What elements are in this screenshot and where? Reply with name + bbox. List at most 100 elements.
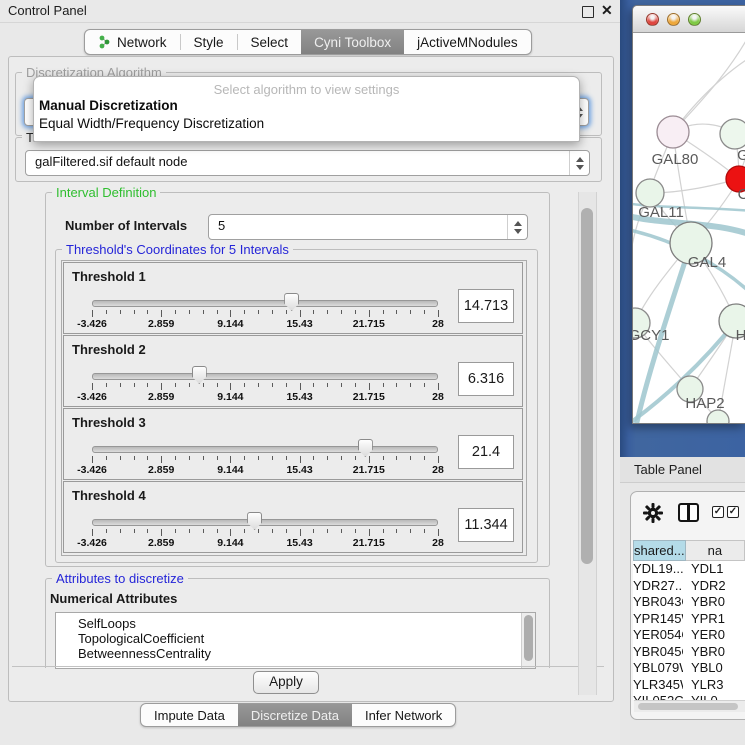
tab-jactivemnodules[interactable]: jActiveMNodules (404, 30, 531, 54)
list-item[interactable]: SelfLoops (78, 616, 535, 631)
table-row[interactable]: YDL19...YDL1 (633, 561, 745, 578)
tab-impute-data[interactable]: Impute Data (141, 704, 238, 726)
threshold-slider[interactable]: -3.4262.8599.14415.4321.71528 (92, 263, 438, 333)
cell-name: YLR3 (683, 677, 745, 694)
column-header-name[interactable]: na (686, 540, 745, 561)
slider-thumb[interactable] (247, 512, 262, 530)
tab-infer-network[interactable]: Infer Network (352, 704, 455, 726)
tick-mark (230, 456, 231, 463)
column-header-shared-name[interactable]: shared... (633, 540, 686, 561)
threshold-value-field[interactable]: 21.4 (458, 435, 514, 469)
checkbox-icon[interactable]: ✓ (712, 506, 724, 518)
threshold-box: Threshold 4-3.4262.8599.14415.4321.71528… (63, 481, 523, 553)
checkbox-icon[interactable]: ✓ (727, 506, 739, 518)
table-row[interactable]: YBL079WYBL0 (633, 660, 745, 677)
apply-button[interactable]: Apply (253, 671, 319, 694)
tab-cyni-toolbox[interactable]: Cyni Toolbox (301, 30, 404, 54)
tick-mark (300, 456, 301, 463)
node-table: shared... na YDL19...YDL1YDR27...YDR2YBR… (633, 540, 745, 700)
popup-item-equal-width-frequency[interactable]: Equal Width/Frequency Discretization (34, 115, 579, 133)
table-row[interactable]: YDR27...YDR2 (633, 578, 745, 595)
tick-mark (147, 383, 148, 387)
zoom-traffic-light-icon[interactable] (688, 13, 701, 26)
split-columns-icon[interactable] (678, 503, 699, 522)
table-row[interactable]: YER054CYER0 (633, 627, 745, 644)
slider-thumb[interactable] (284, 293, 299, 311)
scrollbar-thumb[interactable] (638, 703, 738, 710)
network-canvas[interactable]: GAL80G.CGAL11GAL4GCY1HHAP2 (633, 33, 745, 423)
tab-network[interactable]: Network (85, 30, 180, 54)
threshold-slider[interactable]: -3.4262.8599.14415.4321.71528 (92, 336, 438, 406)
cell-name: YER0 (683, 627, 745, 644)
tab-label: Style (194, 35, 224, 50)
table-data-combobox[interactable]: galFiltered.sif default node (25, 150, 590, 176)
threshold-slider[interactable]: -3.4262.8599.14415.4321.71528 (92, 409, 438, 479)
panel-scrollbar[interactable] (578, 192, 597, 695)
combo-spinner-icon[interactable] (569, 151, 589, 175)
number-of-intervals-combobox[interactable]: 5 (208, 214, 528, 240)
close-traffic-light-icon[interactable] (646, 13, 659, 26)
node-label: GAL80 (652, 151, 699, 168)
network-window[interactable]: GAL80G.CGAL11GAL4GCY1HHAP2 (632, 5, 745, 424)
popup-item-manual-discretization[interactable]: Manual Discretization (34, 97, 579, 115)
attribute-items: SelfLoopsTopologicalCoefficientBetweenne… (56, 613, 535, 661)
list-scrollbar[interactable] (521, 613, 535, 668)
tick-mark (410, 310, 411, 314)
table-row[interactable]: YBR045CYBR0 (633, 644, 745, 661)
tick-mark (355, 529, 356, 533)
combo-spinner-icon[interactable] (507, 215, 527, 239)
slider-track[interactable] (92, 300, 438, 307)
slider-track[interactable] (92, 373, 438, 380)
list-item[interactable]: TopologicalCoefficient (78, 631, 535, 646)
threshold-value-field[interactable]: 14.713 (458, 289, 514, 323)
close-icon[interactable]: ✕ (601, 2, 613, 19)
tick-mark (327, 383, 328, 387)
table-row[interactable]: YIL052CYIL0 (633, 693, 745, 700)
slider-thumb[interactable] (192, 366, 207, 384)
number-of-intervals-label: Number of Intervals (65, 218, 187, 233)
tick-mark (203, 310, 204, 314)
float-window-icon[interactable] (582, 6, 594, 18)
threshold-value-field[interactable]: 6.316 (458, 362, 514, 396)
table-row[interactable]: YLR345WYLR3 (633, 677, 745, 694)
network-node[interactable] (720, 119, 745, 149)
list-item[interactable]: BetweennessCentrality (78, 646, 535, 661)
tick-label: -3.426 (77, 464, 107, 476)
combo-value: 5 (218, 215, 225, 237)
table-row[interactable]: YPR145WYPR1 (633, 611, 745, 628)
network-node[interactable] (636, 179, 664, 207)
scrollbar-thumb[interactable] (581, 208, 593, 564)
tick-mark (244, 456, 245, 460)
tab-select[interactable]: Select (238, 30, 302, 54)
tick-mark (313, 529, 314, 533)
tab-label: Impute Data (154, 708, 225, 723)
tick-mark (383, 383, 384, 387)
panel-title: Control Panel (8, 3, 87, 18)
network-icon (98, 35, 112, 49)
threshold-slider[interactable]: -3.4262.8599.14415.4321.71528 (92, 482, 438, 552)
slider-track[interactable] (92, 519, 438, 526)
scrollbar-thumb[interactable] (524, 615, 533, 661)
table-horizontal-scrollbar[interactable] (634, 700, 745, 712)
tick-mark (438, 310, 439, 317)
tick-mark (161, 310, 162, 317)
slider-thumb[interactable] (358, 439, 373, 457)
tab-style[interactable]: Style (181, 30, 237, 54)
table-body: YDL19...YDL1YDR27...YDR2YBR043CYBR0YPR14… (633, 561, 745, 700)
node-label: H (736, 327, 745, 344)
slider-track[interactable] (92, 446, 438, 453)
table-row[interactable]: YBR043CYBR0 (633, 594, 745, 611)
tick-mark (424, 529, 425, 533)
numerical-attributes-list[interactable]: SelfLoopsTopologicalCoefficientBetweenne… (55, 612, 536, 669)
minimize-traffic-light-icon[interactable] (667, 13, 680, 26)
threshold-value-field[interactable]: 11.344 (458, 508, 514, 542)
gear-icon[interactable] (643, 503, 663, 523)
network-window-titlebar[interactable] (633, 6, 745, 33)
tick-mark (244, 529, 245, 533)
tick-mark (230, 529, 231, 536)
tick-mark (313, 383, 314, 387)
tick-mark (313, 310, 314, 314)
network-node[interactable] (657, 116, 689, 148)
tab-discretize-data[interactable]: Discretize Data (238, 704, 352, 726)
tick-mark (189, 383, 190, 387)
